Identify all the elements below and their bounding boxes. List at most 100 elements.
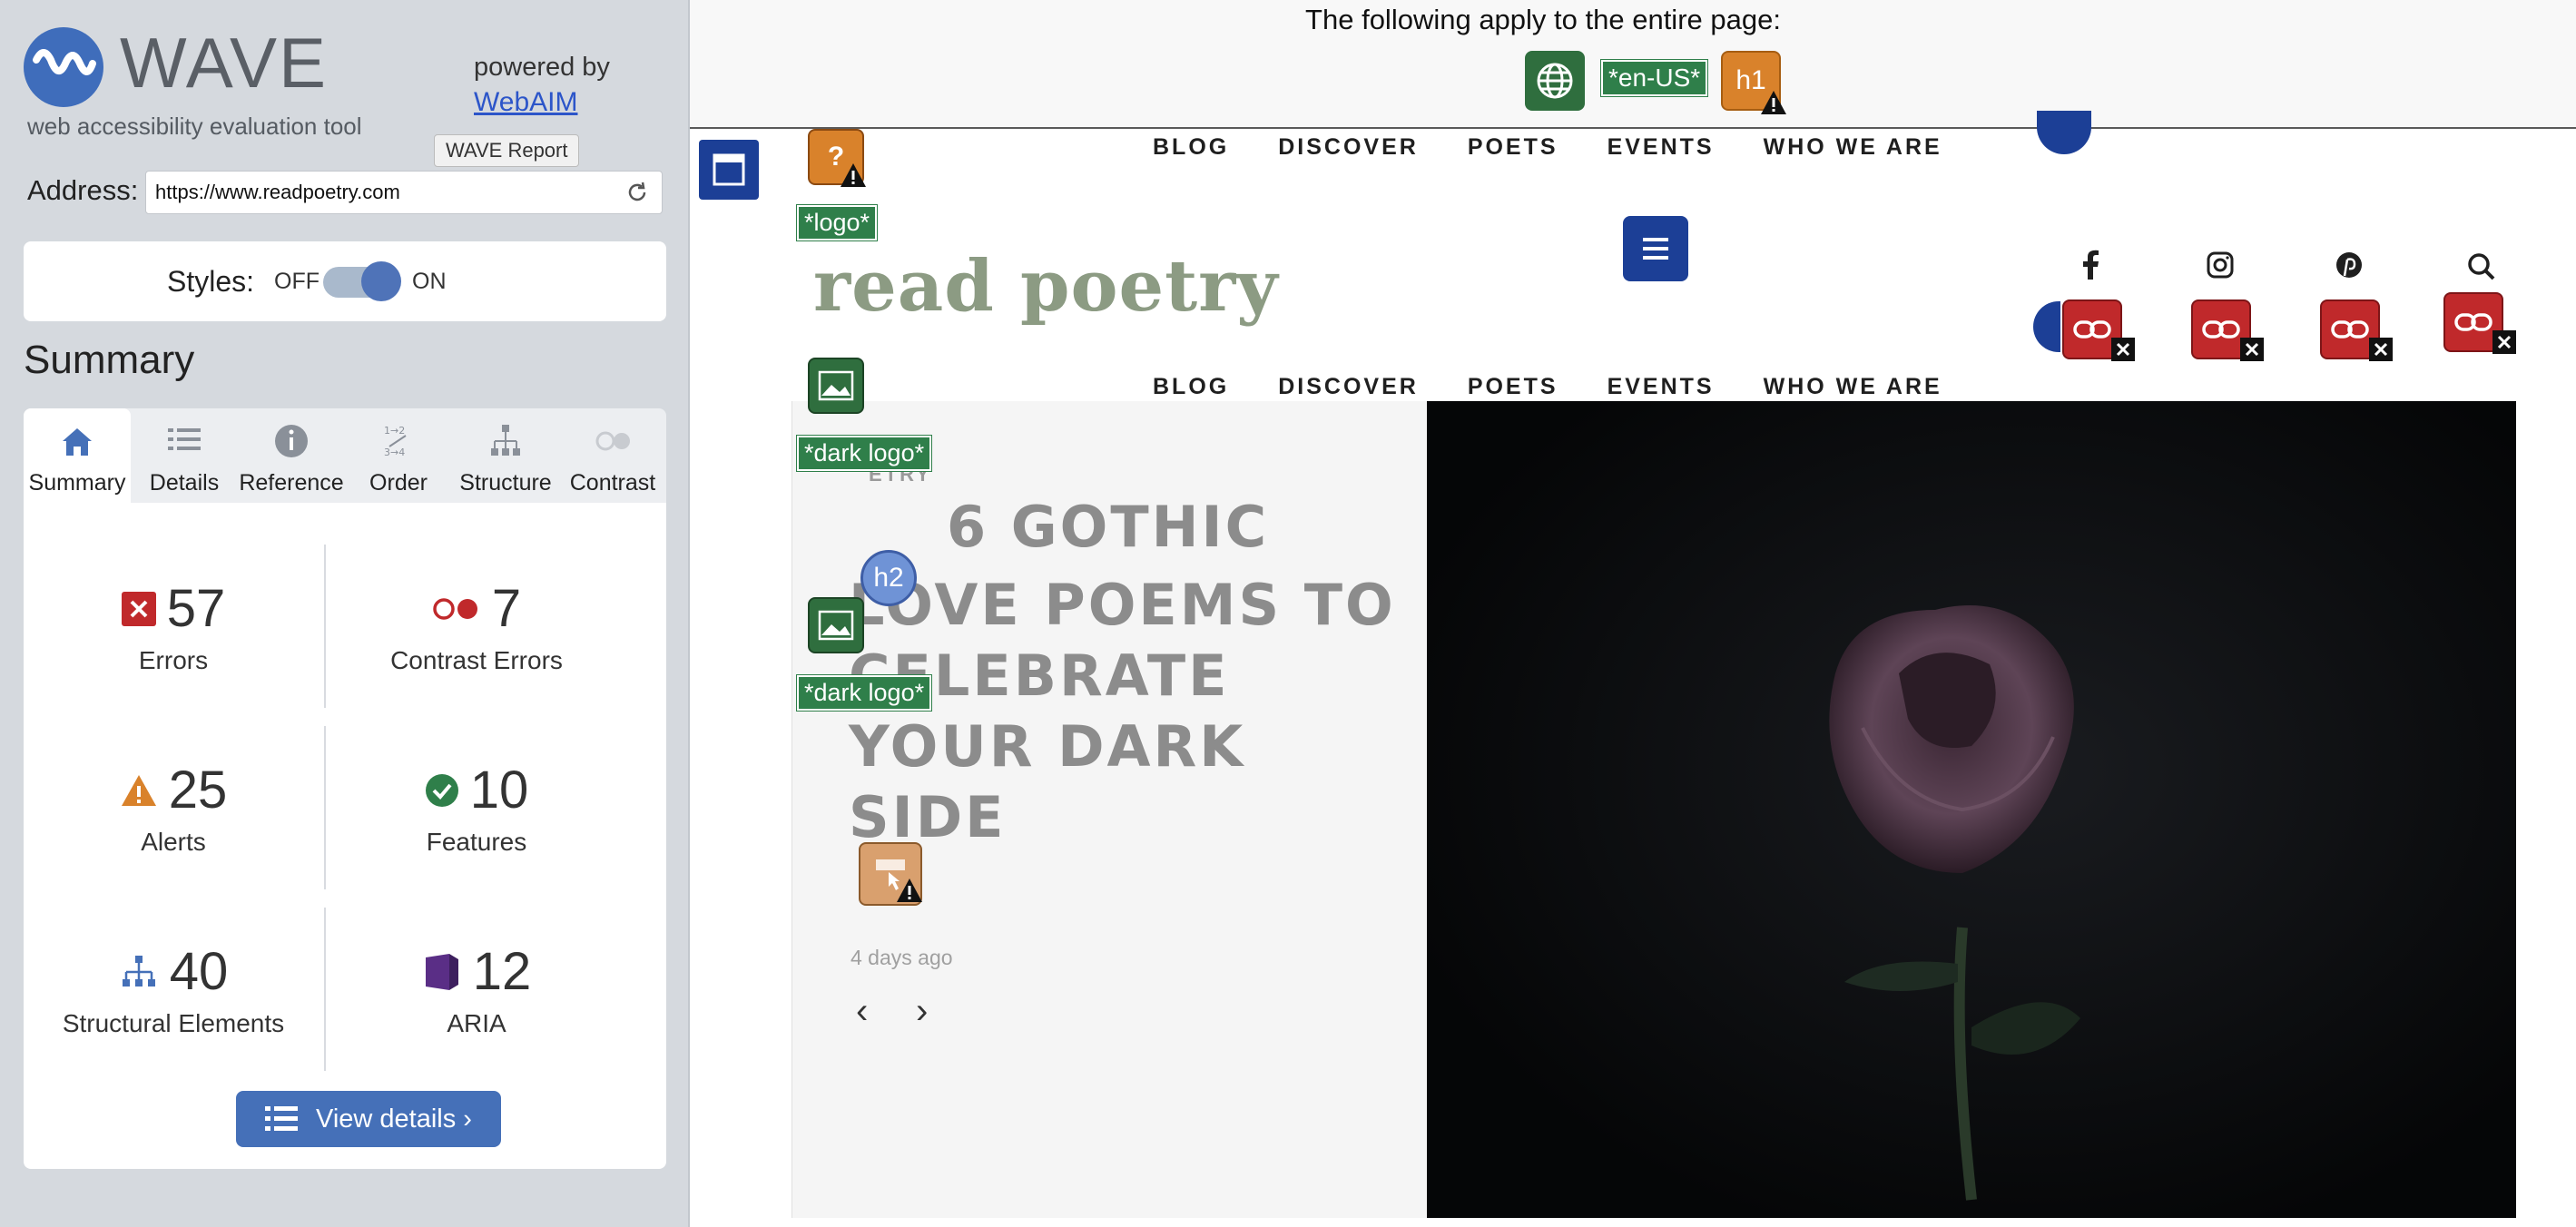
- navigation-region-icon[interactable]: [2037, 111, 2091, 154]
- site-title[interactable]: read poetry: [813, 245, 1279, 328]
- svg-text:1→2: 1→2: [384, 425, 405, 437]
- prev-arrow[interactable]: ‹: [856, 991, 868, 1032]
- view-details-label: View details ›: [316, 1104, 472, 1134]
- stat-errors[interactable]: 57 Errors: [24, 583, 323, 675]
- nav-poets[interactable]: POETS: [1468, 374, 1558, 400]
- rose-image: [1427, 401, 2516, 1218]
- errors-label: Errors: [138, 646, 209, 674]
- dark-logo-alt-tag[interactable]: *dark logo*: [795, 435, 933, 472]
- tab-label: Structure: [459, 470, 552, 496]
- nav-blog[interactable]: BLOG: [1153, 374, 1229, 400]
- stat-structural[interactable]: 40 Structural Elements: [24, 946, 323, 1038]
- instagram-icon[interactable]: [2202, 247, 2238, 283]
- nav-poets[interactable]: POETS: [1468, 134, 1558, 161]
- structure-icon: [491, 425, 520, 456]
- nav-who-we-are[interactable]: WHO WE ARE: [1764, 134, 1942, 161]
- top-nav: BLOG DISCOVER POETS EVENTS WHO WE ARE: [1153, 134, 1991, 161]
- aria-icon: [425, 954, 458, 990]
- tab-reference[interactable]: Reference: [238, 408, 345, 503]
- divider: [324, 726, 326, 889]
- wave-sidebar: WAVE web accessibility evaluation tool p…: [0, 0, 690, 1227]
- headline-line-3[interactable]: CELEBRATE: [849, 641, 1411, 712]
- info-icon: [275, 425, 308, 457]
- nav-discover[interactable]: DISCOVER: [1278, 134, 1419, 161]
- view-details-button[interactable]: View details ›: [236, 1091, 501, 1147]
- toggle-knob: [361, 261, 401, 301]
- tab-label: Summary: [28, 470, 126, 496]
- stat-alerts[interactable]: 25 Alerts: [24, 764, 323, 857]
- nav-who-we-are[interactable]: WHO WE ARE: [1764, 374, 1942, 400]
- structure-partial-icon[interactable]: [2033, 301, 2060, 352]
- tab-label: Order: [369, 470, 428, 496]
- pinterest-icon[interactable]: [2331, 247, 2367, 283]
- wave-logo-text: WAVE: [120, 23, 329, 103]
- tab-summary[interactable]: Summary: [24, 408, 131, 503]
- post-date: 4 days ago: [850, 946, 953, 969]
- main-nav: BLOG DISCOVER POETS EVENTS WHO WE ARE: [1153, 374, 1991, 400]
- tab-label: Details: [149, 470, 220, 496]
- facebook-icon[interactable]: [2073, 247, 2109, 283]
- alert-icon: [121, 775, 156, 806]
- logo-alt-tag[interactable]: *logo*: [795, 204, 879, 241]
- language-tag[interactable]: *en-US*: [1599, 59, 1709, 97]
- alerts-count: 25: [168, 761, 228, 820]
- nav-events[interactable]: EVENTS: [1608, 134, 1715, 161]
- aria-label: ARIA: [447, 1009, 506, 1037]
- refresh-icon[interactable]: [624, 180, 650, 205]
- styles-toggle[interactable]: [323, 261, 401, 301]
- list-icon: [265, 1106, 299, 1131]
- header-region-icon[interactable]: [699, 140, 759, 200]
- wave-report-tooltip: WAVE Report: [434, 134, 580, 167]
- tab-structure[interactable]: Structure: [452, 408, 559, 503]
- h2-heading-icon[interactable]: h2: [860, 550, 917, 606]
- page-wide-icons-bar: The following apply to the entire page: …: [690, 0, 2576, 129]
- features-label: Features: [426, 828, 527, 856]
- error-x-badge-icon: [2240, 338, 2264, 361]
- error-x-badge-icon: [2369, 338, 2393, 361]
- stat-features[interactable]: 10 Features: [327, 764, 626, 857]
- alert-badge-icon: [1761, 91, 1786, 114]
- list-structure-icon[interactable]: [1623, 216, 1688, 281]
- error-x-badge-icon: [2492, 330, 2516, 354]
- language-globe-icon[interactable]: [1525, 51, 1585, 111]
- nav-discover[interactable]: DISCOVER: [1278, 374, 1419, 400]
- search-icon[interactable]: [2463, 249, 2500, 285]
- headline-line-1[interactable]: 6 GOTHIC: [947, 492, 1509, 563]
- alert-badge-icon: [897, 879, 922, 902]
- stat-contrast-errors[interactable]: 7 Contrast Errors: [327, 583, 626, 675]
- image-feature-icon[interactable]: [808, 597, 864, 653]
- alerts-label: Alerts: [141, 828, 206, 856]
- order-icon: 1→2 3→4: [384, 425, 407, 458]
- styles-on-label: ON: [412, 269, 447, 294]
- image-feature-icon[interactable]: [808, 358, 864, 414]
- webaim-link[interactable]: WebAIM: [474, 87, 577, 118]
- contrast-icon: [595, 431, 630, 451]
- list-icon: [168, 428, 201, 450]
- nav-events[interactable]: EVENTS: [1608, 374, 1715, 400]
- tab-label: Reference: [239, 470, 344, 496]
- tab-details[interactable]: Details: [131, 408, 238, 503]
- styles-label: Styles:: [167, 265, 255, 298]
- nav-blog[interactable]: BLOG: [1153, 134, 1229, 161]
- headline-line-4[interactable]: YOUR DARK SIDE: [849, 712, 1411, 853]
- address-label: Address:: [27, 174, 139, 206]
- next-arrow[interactable]: ›: [916, 991, 928, 1032]
- analyzed-page: BLOG DISCOVER POETS EVENTS WHO WE ARE ? …: [690, 111, 2576, 1227]
- summary-stats: 57 Errors 7 Contrast Errors 25 Alerts 10…: [24, 503, 666, 1169]
- wave-tagline: web accessibility evaluation tool: [27, 113, 362, 140]
- error-x-badge-icon: [2111, 338, 2135, 361]
- headline-line-2[interactable]: LOVE POEMS TO: [849, 570, 1411, 641]
- tab-order[interactable]: 1→2 3→4 Order: [345, 408, 452, 503]
- features-count: 10: [469, 761, 529, 820]
- featured-post-image[interactable]: [1427, 401, 2516, 1218]
- structural-count: 40: [169, 942, 229, 1001]
- home-icon: [63, 428, 92, 456]
- svg-text:3→4: 3→4: [384, 447, 405, 458]
- h2-label: h2: [873, 563, 904, 593]
- address-input[interactable]: [145, 171, 663, 214]
- dark-logo-alt-tag[interactable]: *dark logo*: [795, 674, 933, 712]
- stat-aria[interactable]: 12 ARIA: [327, 946, 626, 1038]
- wave-logo-icon: [24, 27, 103, 107]
- tab-contrast[interactable]: Contrast: [559, 408, 666, 503]
- aria-count: 12: [472, 942, 532, 1001]
